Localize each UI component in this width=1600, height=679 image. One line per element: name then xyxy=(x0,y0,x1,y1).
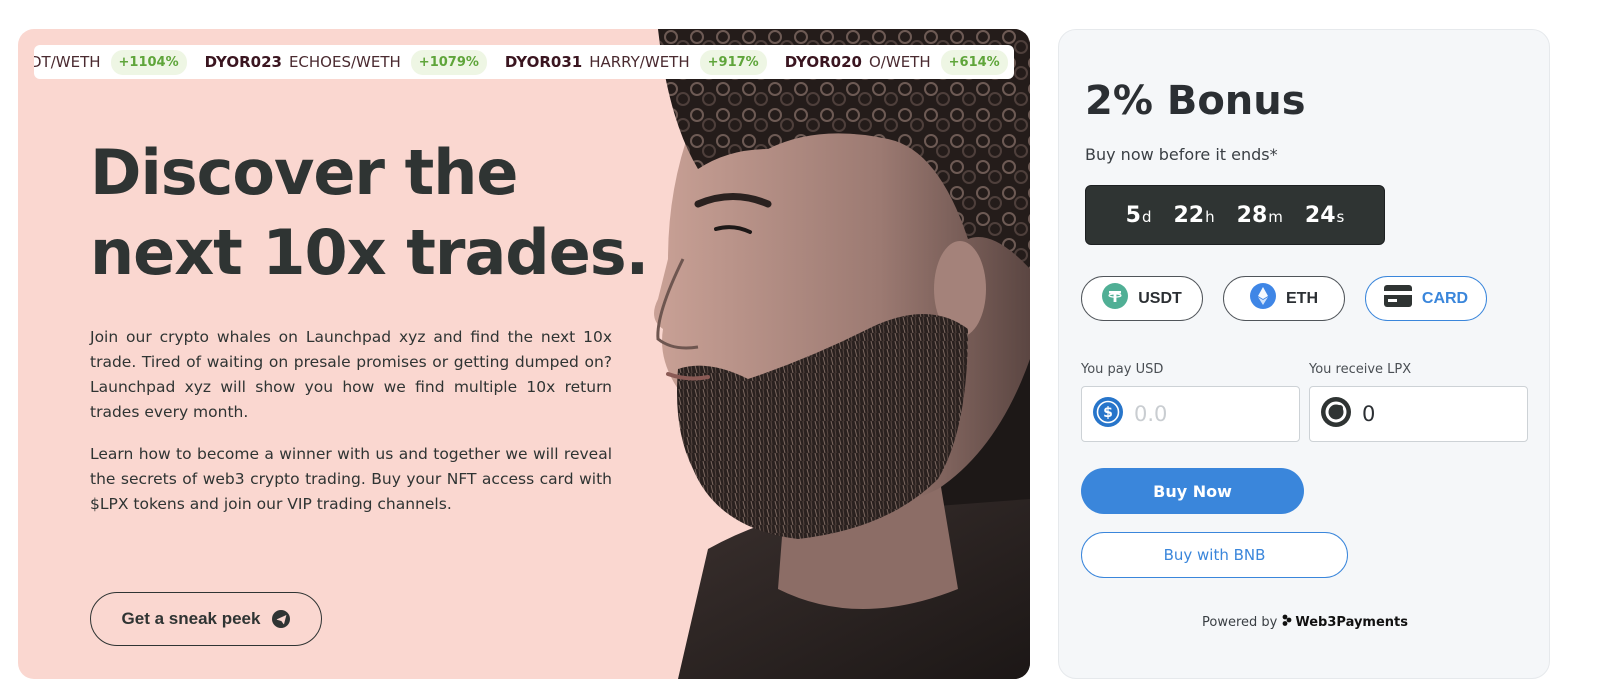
countdown-days: 5 d xyxy=(1126,203,1152,228)
countdown-seconds: 24 s xyxy=(1305,203,1344,228)
ticker-change-badge: +917% xyxy=(699,49,767,75)
ticker-pair: HARRY/WETH xyxy=(589,53,690,71)
presale-card: 2% Bonus Buy now before it ends* 5 d 22 … xyxy=(1058,29,1550,679)
ethereum-icon xyxy=(1250,283,1276,314)
bonus-subtitle: Buy now before it ends* xyxy=(1085,145,1278,164)
ticker-item[interactable]: DYOR020 O/WETH +614% xyxy=(784,49,1008,75)
hero-headline: Discover the next 10x trades. xyxy=(90,133,650,293)
ticker-pair: ECHOES/WETH xyxy=(288,53,401,71)
ticker-item[interactable]: DYOR023 ECHOES/WETH +1079% xyxy=(204,49,487,75)
countdown-days-unit: d xyxy=(1141,207,1152,226)
tab-eth-label: ETH xyxy=(1286,289,1318,307)
ticker-change-badge: +614% xyxy=(940,49,1008,75)
receive-field-label: You receive LPX xyxy=(1309,362,1412,377)
countdown-seconds-value: 24 xyxy=(1304,202,1336,228)
headline-line-2: next 10x trades. xyxy=(90,216,649,289)
telegram-icon xyxy=(272,610,291,628)
ticker-code: DYOR023 xyxy=(204,53,282,71)
ticker-pair: DT/WETH xyxy=(34,53,101,71)
tether-icon xyxy=(1102,283,1129,314)
hero-paragraph-1: Join our crypto whales on Launchpad xyz … xyxy=(90,328,612,421)
countdown-timer: 5 d 22 h 28 m 24 s xyxy=(1085,185,1385,245)
ticker-code: DYOR020 xyxy=(784,53,862,71)
countdown-hours-value: 22 xyxy=(1173,202,1205,228)
buy-now-button[interactable]: Buy Now xyxy=(1081,468,1304,514)
pay-amount-field: $ xyxy=(1081,386,1300,442)
buy-with-bnb-button[interactable]: Buy with BNB xyxy=(1081,532,1348,578)
ticker-item[interactable]: DYOR031 HARRY/WETH +917% xyxy=(504,49,767,75)
pay-field-label: You pay USD xyxy=(1081,362,1164,377)
bonus-title: 2% Bonus xyxy=(1085,78,1306,124)
countdown-minutes-unit: m xyxy=(1268,207,1283,226)
lpx-token-icon xyxy=(1320,396,1352,432)
ticker-change-badge: +1104% xyxy=(110,49,187,75)
hero-section: DT/WETH +1104% DYOR023 ECHOES/WETH +1079% DYO… xyxy=(18,29,1030,679)
ticker-change-badge: +1079% xyxy=(410,49,487,75)
man-portrait-image xyxy=(654,29,1030,679)
sneak-peek-button[interactable]: Get a sneak peek xyxy=(90,592,322,646)
powered-by-label: Powered by xyxy=(1202,614,1278,630)
ticker-item[interactable]: DT/WETH +1104% xyxy=(34,49,187,75)
ticker-pair: O/WETH xyxy=(869,53,931,71)
tab-card-label: CARD xyxy=(1421,289,1469,307)
web3payments-logo-icon xyxy=(1282,614,1292,630)
web3payments-name: Web3Payments xyxy=(1295,614,1408,630)
sneak-peek-label: Get a sneak peek xyxy=(121,609,261,628)
receive-amount-input[interactable] xyxy=(1362,402,1512,426)
ticker-code: DYOR031 xyxy=(504,53,583,71)
svg-text:$: $ xyxy=(1103,405,1113,421)
tab-eth[interactable]: ETH xyxy=(1223,276,1345,321)
receive-amount-field xyxy=(1309,386,1528,442)
credit-card-icon xyxy=(1383,285,1412,312)
countdown-minutes: 28 m xyxy=(1237,203,1283,228)
countdown-hours: 22 h xyxy=(1174,203,1215,228)
web3payments-brand[interactable]: Web3Payments xyxy=(1282,614,1408,630)
hero-paragraph-2: Learn how to become a winner with us and… xyxy=(90,445,612,513)
payment-method-tabs: USDT ETH CARD xyxy=(1081,276,1487,321)
powered-by: Powered by Web3Payments xyxy=(1059,614,1551,630)
countdown-minutes-value: 28 xyxy=(1236,202,1268,228)
tab-card[interactable]: CARD xyxy=(1365,276,1487,321)
countdown-seconds-unit: s xyxy=(1336,207,1345,226)
price-ticker: DT/WETH +1104% DYOR023 ECHOES/WETH +1079% DYO… xyxy=(34,45,1014,79)
tab-usdt[interactable]: USDT xyxy=(1081,276,1203,321)
countdown-days-value: 5 xyxy=(1125,202,1141,228)
headline-line-1: Discover the xyxy=(90,136,518,209)
usd-coin-icon: $ xyxy=(1092,396,1124,432)
tab-usdt-label: USDT xyxy=(1138,289,1182,307)
countdown-hours-unit: h xyxy=(1205,207,1215,226)
pay-amount-input[interactable] xyxy=(1134,402,1284,426)
